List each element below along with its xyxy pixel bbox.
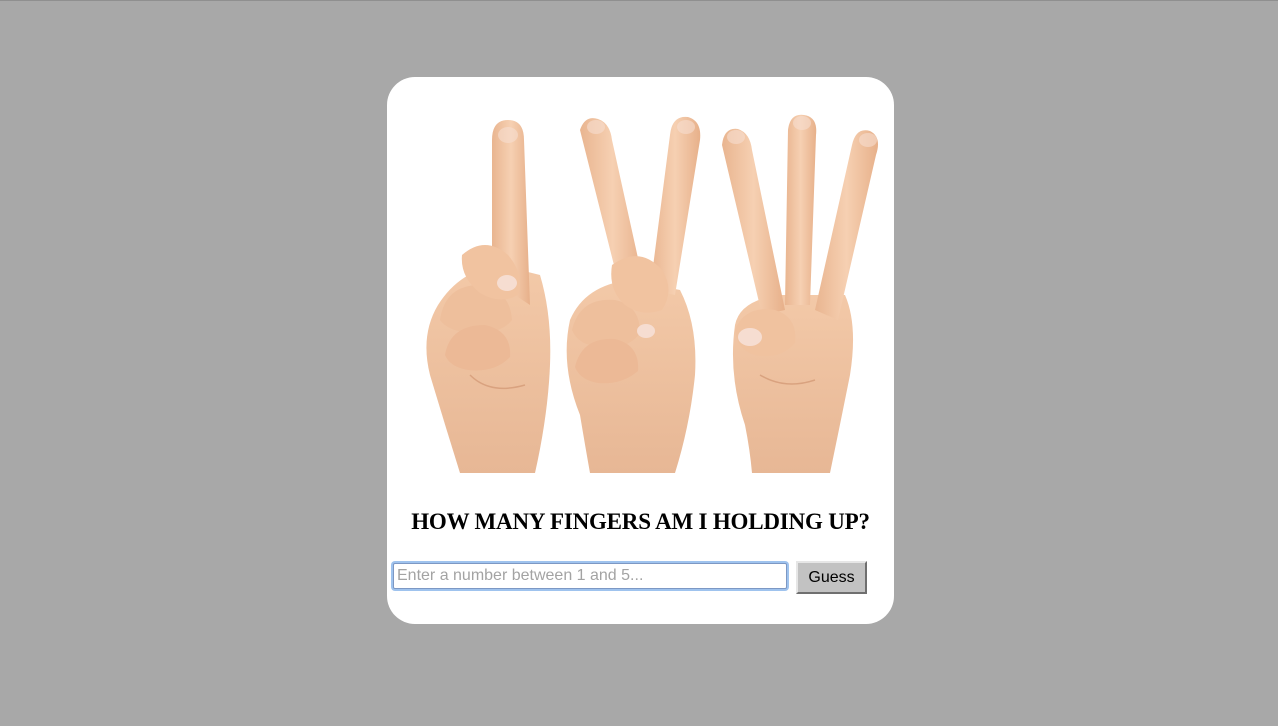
finger-count-image [426,114,878,473]
guess-input[interactable] [393,563,787,589]
top-border [0,0,1278,1]
hand-one-finger [426,120,551,473]
hand-two-fingers [566,116,701,473]
game-card: HOW MANY FINGERS AM I HOLDING UP? Guess [387,77,894,624]
hand-three-fingers [722,114,878,473]
page-title: HOW MANY FINGERS AM I HOLDING UP? [411,509,870,534]
guess-button[interactable]: Guess [796,561,867,594]
